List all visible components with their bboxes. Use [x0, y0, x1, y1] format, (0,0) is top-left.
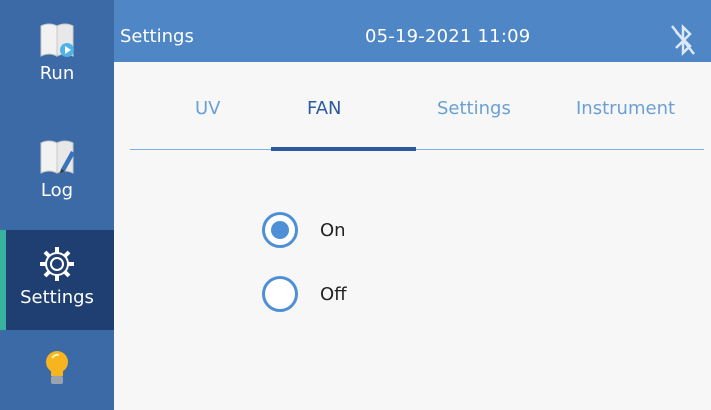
sidebar-item-settings[interactable]: Settings	[0, 230, 114, 330]
sidebar-item-label: Run	[39, 63, 75, 84]
sidebar-item-label: Log	[40, 180, 74, 201]
page-title: Settings	[120, 26, 194, 47]
sidebar-item-label: Settings	[20, 287, 94, 308]
sidebar-item-log[interactable]: Log	[0, 115, 114, 230]
sidebar: Run Log Settings	[0, 0, 114, 410]
radio-off-label: Off	[320, 283, 347, 305]
lightbulb-icon	[46, 351, 68, 384]
fan-off-option[interactable]: Off	[262, 276, 347, 312]
log-doc-icon	[40, 140, 75, 174]
tab-fan[interactable]: FAN	[307, 98, 341, 119]
tab-bar: UV FAN Settings Instrument	[130, 62, 704, 152]
app-window: Run Log Settings Settings 05-19-2021 11:…	[0, 0, 711, 410]
tab-settings[interactable]: Settings	[437, 98, 511, 119]
sidebar-item-lamp[interactable]	[0, 330, 114, 410]
active-tab-indicator	[271, 147, 416, 151]
tab-instrument[interactable]: Instrument	[576, 98, 675, 119]
fan-on-option[interactable]: On	[262, 212, 346, 248]
tab-uv[interactable]: UV	[195, 98, 221, 119]
sidebar-item-run[interactable]: Run	[0, 0, 114, 115]
header-bar: Settings 05-19-2021 11:09	[114, 0, 711, 62]
bluetooth-disabled-icon[interactable]	[668, 20, 698, 60]
radio-off[interactable]	[262, 276, 298, 312]
tab-divider	[130, 149, 704, 150]
gear-icon	[40, 247, 74, 281]
radio-on[interactable]	[262, 212, 298, 248]
radio-on-label: On	[320, 219, 346, 241]
date-time: 05-19-2021 11:09	[365, 26, 531, 47]
run-doc-icon	[40, 23, 74, 57]
